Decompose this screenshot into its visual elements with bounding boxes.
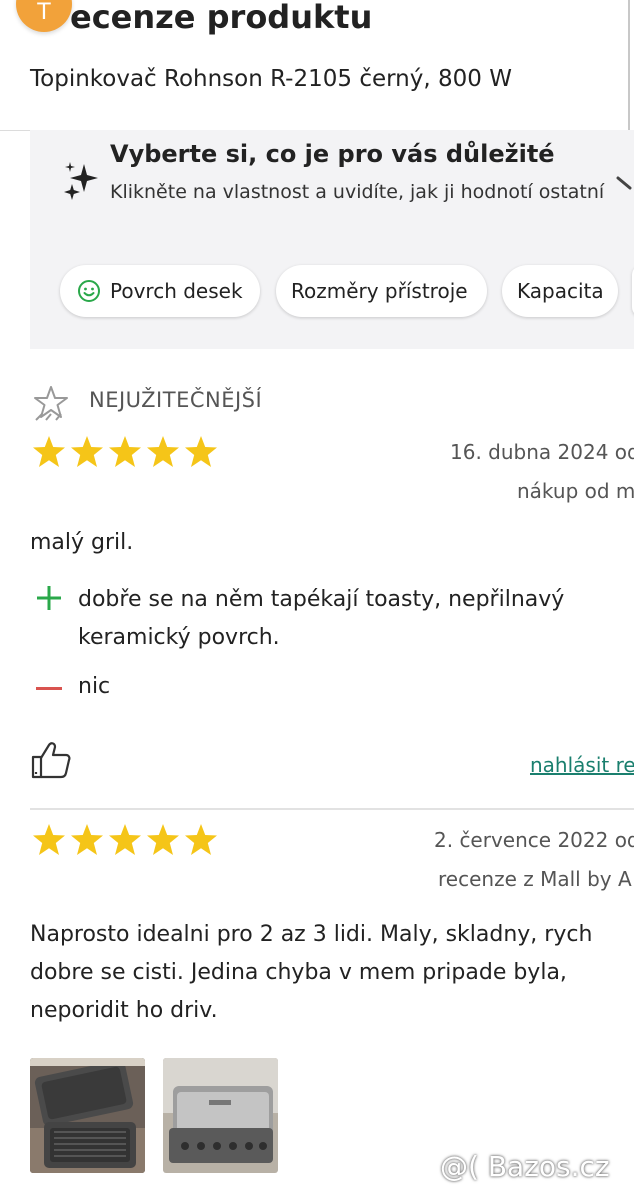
plus-icon (37, 586, 61, 610)
chevron-right-icon[interactable] (614, 174, 634, 198)
review-photo-grill-closed[interactable] (163, 1058, 278, 1173)
review-text: Naprosto idealni pro 2 az 3 lidi. Maly, … (30, 922, 593, 1023)
star-icon (185, 824, 217, 855)
star-icon (147, 824, 179, 855)
chip-label: Kapacita (517, 279, 604, 303)
page-title: ecenze produktu (70, 0, 373, 36)
minus-icon (36, 687, 62, 690)
review-pros: dobře se na něm tapékají toasty, nepřiln… (78, 587, 565, 650)
chip-kapacita[interactable]: Kapacita (502, 265, 618, 317)
review-text: malý gril. (30, 530, 134, 555)
preference-title: Vyberte si, co je pro vás důležité (110, 140, 555, 168)
smiley-icon (78, 280, 100, 302)
review-divider (30, 808, 634, 810)
star-icon (185, 436, 217, 467)
star-icon (33, 436, 65, 467)
product-name: Topinkovač Rohnson R-2105 černý, 800 W (30, 66, 512, 92)
review-cons: nic (78, 674, 111, 699)
most-useful-icon (34, 386, 68, 421)
thumbs-up-icon[interactable] (30, 740, 72, 780)
review-photo-grill-open[interactable] (30, 1058, 145, 1173)
chip-label: Povrch desek (110, 279, 243, 303)
review-date: 2. července 2022 od (434, 828, 634, 852)
avatar-initial: T (37, 0, 51, 25)
preference-description: Klikněte na vlastnost a uvidíte, jak ji … (110, 181, 605, 203)
sparkle-icon (64, 162, 98, 200)
chip-label: Rozměry přístroje (291, 279, 468, 303)
review-date: 16. dubna 2024 od (450, 440, 634, 464)
review-rating (32, 823, 222, 861)
star-icon (109, 436, 141, 467)
report-link[interactable]: nahlásit re (530, 753, 634, 777)
review-source: nákup od m (517, 479, 634, 503)
star-icon (71, 824, 103, 855)
star-icon (147, 436, 179, 467)
star-icon (33, 824, 65, 855)
most-useful-badge: NEJUŽITEČNĚJŠÍ (89, 388, 263, 412)
watermark: @( Bazos.cz (440, 1150, 610, 1183)
chip-rozmery-pristroje[interactable]: Rozměry přístroje (276, 265, 487, 317)
review-rating (32, 435, 222, 473)
review-source: recenze z Mall by A (438, 867, 632, 891)
scroll-edge (628, 0, 634, 130)
star-icon (109, 824, 141, 855)
star-icon (71, 436, 103, 467)
